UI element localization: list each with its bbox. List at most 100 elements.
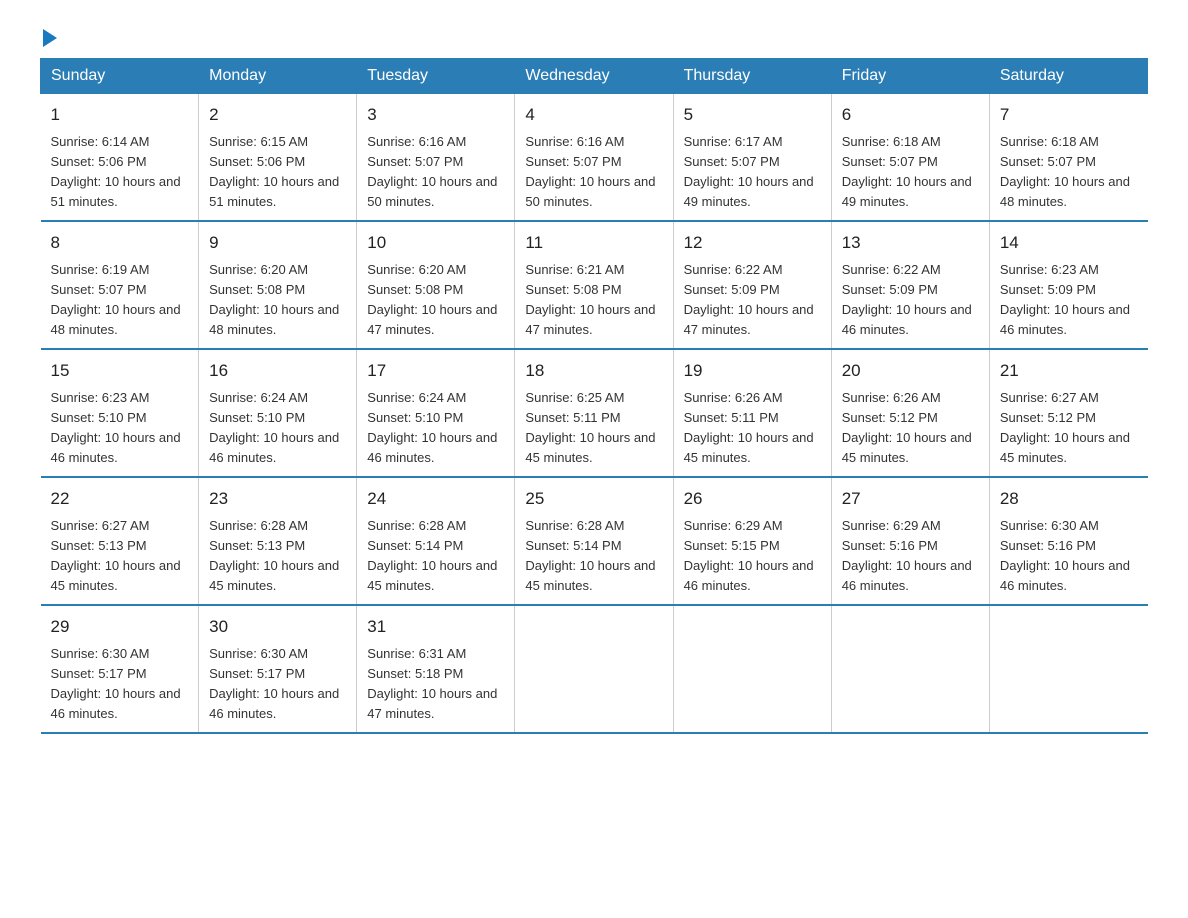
- day-number: 14: [1000, 230, 1138, 256]
- day-number: 21: [1000, 358, 1138, 384]
- calendar-day-cell: 7 Sunrise: 6:18 AMSunset: 5:07 PMDayligh…: [989, 94, 1147, 222]
- day-of-week-header: Wednesday: [515, 59, 673, 94]
- day-info: Sunrise: 6:22 AMSunset: 5:09 PMDaylight:…: [842, 262, 972, 337]
- day-info: Sunrise: 6:28 AMSunset: 5:14 PMDaylight:…: [525, 518, 655, 593]
- day-info: Sunrise: 6:29 AMSunset: 5:16 PMDaylight:…: [842, 518, 972, 593]
- day-info: Sunrise: 6:26 AMSunset: 5:11 PMDaylight:…: [684, 390, 814, 465]
- day-number: 1: [51, 102, 189, 128]
- day-info: Sunrise: 6:30 AMSunset: 5:16 PMDaylight:…: [1000, 518, 1130, 593]
- day-number: 9: [209, 230, 346, 256]
- day-info: Sunrise: 6:14 AMSunset: 5:06 PMDaylight:…: [51, 134, 181, 209]
- day-number: 29: [51, 614, 189, 640]
- calendar-day-cell: 2 Sunrise: 6:15 AMSunset: 5:06 PMDayligh…: [199, 94, 357, 222]
- day-number: 19: [684, 358, 821, 384]
- day-number: 22: [51, 486, 189, 512]
- day-number: 2: [209, 102, 346, 128]
- day-number: 16: [209, 358, 346, 384]
- calendar-day-cell: 6 Sunrise: 6:18 AMSunset: 5:07 PMDayligh…: [831, 94, 989, 222]
- day-info: Sunrise: 6:16 AMSunset: 5:07 PMDaylight:…: [525, 134, 655, 209]
- day-number: 31: [367, 614, 504, 640]
- day-of-week-header: Monday: [199, 59, 357, 94]
- day-info: Sunrise: 6:15 AMSunset: 5:06 PMDaylight:…: [209, 134, 339, 209]
- calendar-day-cell: 10 Sunrise: 6:20 AMSunset: 5:08 PMDaylig…: [357, 221, 515, 349]
- day-info: Sunrise: 6:25 AMSunset: 5:11 PMDaylight:…: [525, 390, 655, 465]
- day-info: Sunrise: 6:24 AMSunset: 5:10 PMDaylight:…: [367, 390, 497, 465]
- calendar-week-row: 15 Sunrise: 6:23 AMSunset: 5:10 PMDaylig…: [41, 349, 1148, 477]
- day-info: Sunrise: 6:28 AMSunset: 5:13 PMDaylight:…: [209, 518, 339, 593]
- days-of-week-row: SundayMondayTuesdayWednesdayThursdayFrid…: [41, 59, 1148, 94]
- calendar-day-cell: [673, 605, 831, 733]
- day-info: Sunrise: 6:24 AMSunset: 5:10 PMDaylight:…: [209, 390, 339, 465]
- calendar-day-cell: 25 Sunrise: 6:28 AMSunset: 5:14 PMDaylig…: [515, 477, 673, 605]
- day-number: 3: [367, 102, 504, 128]
- calendar-day-cell: 5 Sunrise: 6:17 AMSunset: 5:07 PMDayligh…: [673, 94, 831, 222]
- day-of-week-header: Friday: [831, 59, 989, 94]
- day-info: Sunrise: 6:19 AMSunset: 5:07 PMDaylight:…: [51, 262, 181, 337]
- day-of-week-header: Saturday: [989, 59, 1147, 94]
- calendar-week-row: 1 Sunrise: 6:14 AMSunset: 5:06 PMDayligh…: [41, 94, 1148, 222]
- calendar-day-cell: 14 Sunrise: 6:23 AMSunset: 5:09 PMDaylig…: [989, 221, 1147, 349]
- day-number: 15: [51, 358, 189, 384]
- day-number: 25: [525, 486, 662, 512]
- day-number: 24: [367, 486, 504, 512]
- calendar-day-cell: [831, 605, 989, 733]
- calendar-day-cell: [989, 605, 1147, 733]
- day-number: 4: [525, 102, 662, 128]
- calendar-week-row: 22 Sunrise: 6:27 AMSunset: 5:13 PMDaylig…: [41, 477, 1148, 605]
- calendar-day-cell: 28 Sunrise: 6:30 AMSunset: 5:16 PMDaylig…: [989, 477, 1147, 605]
- day-number: 6: [842, 102, 979, 128]
- calendar-day-cell: 4 Sunrise: 6:16 AMSunset: 5:07 PMDayligh…: [515, 94, 673, 222]
- day-of-week-header: Sunday: [41, 59, 199, 94]
- calendar-day-cell: 20 Sunrise: 6:26 AMSunset: 5:12 PMDaylig…: [831, 349, 989, 477]
- day-number: 13: [842, 230, 979, 256]
- calendar-body: 1 Sunrise: 6:14 AMSunset: 5:06 PMDayligh…: [41, 94, 1148, 734]
- calendar-day-cell: 1 Sunrise: 6:14 AMSunset: 5:06 PMDayligh…: [41, 94, 199, 222]
- day-number: 18: [525, 358, 662, 384]
- day-of-week-header: Thursday: [673, 59, 831, 94]
- calendar-day-cell: 9 Sunrise: 6:20 AMSunset: 5:08 PMDayligh…: [199, 221, 357, 349]
- day-number: 30: [209, 614, 346, 640]
- day-info: Sunrise: 6:18 AMSunset: 5:07 PMDaylight:…: [1000, 134, 1130, 209]
- day-info: Sunrise: 6:29 AMSunset: 5:15 PMDaylight:…: [684, 518, 814, 593]
- day-info: Sunrise: 6:31 AMSunset: 5:18 PMDaylight:…: [367, 646, 497, 721]
- logo-blue: [40, 30, 57, 48]
- day-number: 27: [842, 486, 979, 512]
- day-info: Sunrise: 6:23 AMSunset: 5:10 PMDaylight:…: [51, 390, 181, 465]
- calendar-day-cell: 23 Sunrise: 6:28 AMSunset: 5:13 PMDaylig…: [199, 477, 357, 605]
- day-number: 28: [1000, 486, 1138, 512]
- calendar-day-cell: 15 Sunrise: 6:23 AMSunset: 5:10 PMDaylig…: [41, 349, 199, 477]
- day-info: Sunrise: 6:16 AMSunset: 5:07 PMDaylight:…: [367, 134, 497, 209]
- calendar-week-row: 8 Sunrise: 6:19 AMSunset: 5:07 PMDayligh…: [41, 221, 1148, 349]
- day-number: 26: [684, 486, 821, 512]
- calendar-day-cell: 26 Sunrise: 6:29 AMSunset: 5:15 PMDaylig…: [673, 477, 831, 605]
- day-info: Sunrise: 6:28 AMSunset: 5:14 PMDaylight:…: [367, 518, 497, 593]
- calendar-day-cell: 30 Sunrise: 6:30 AMSunset: 5:17 PMDaylig…: [199, 605, 357, 733]
- calendar-day-cell: [515, 605, 673, 733]
- calendar-day-cell: 24 Sunrise: 6:28 AMSunset: 5:14 PMDaylig…: [357, 477, 515, 605]
- day-info: Sunrise: 6:20 AMSunset: 5:08 PMDaylight:…: [367, 262, 497, 337]
- day-number: 23: [209, 486, 346, 512]
- calendar-day-cell: 3 Sunrise: 6:16 AMSunset: 5:07 PMDayligh…: [357, 94, 515, 222]
- calendar-day-cell: 12 Sunrise: 6:22 AMSunset: 5:09 PMDaylig…: [673, 221, 831, 349]
- calendar-day-cell: 31 Sunrise: 6:31 AMSunset: 5:18 PMDaylig…: [357, 605, 515, 733]
- day-info: Sunrise: 6:30 AMSunset: 5:17 PMDaylight:…: [209, 646, 339, 721]
- calendar-day-cell: 11 Sunrise: 6:21 AMSunset: 5:08 PMDaylig…: [515, 221, 673, 349]
- day-number: 12: [684, 230, 821, 256]
- calendar-header: SundayMondayTuesdayWednesdayThursdayFrid…: [41, 59, 1148, 94]
- day-number: 7: [1000, 102, 1138, 128]
- page-header: [40, 30, 1148, 48]
- day-info: Sunrise: 6:27 AMSunset: 5:12 PMDaylight:…: [1000, 390, 1130, 465]
- calendar-day-cell: 19 Sunrise: 6:26 AMSunset: 5:11 PMDaylig…: [673, 349, 831, 477]
- calendar-day-cell: 8 Sunrise: 6:19 AMSunset: 5:07 PMDayligh…: [41, 221, 199, 349]
- calendar-day-cell: 18 Sunrise: 6:25 AMSunset: 5:11 PMDaylig…: [515, 349, 673, 477]
- day-info: Sunrise: 6:17 AMSunset: 5:07 PMDaylight:…: [684, 134, 814, 209]
- day-info: Sunrise: 6:18 AMSunset: 5:07 PMDaylight:…: [842, 134, 972, 209]
- calendar-week-row: 29 Sunrise: 6:30 AMSunset: 5:17 PMDaylig…: [41, 605, 1148, 733]
- day-info: Sunrise: 6:21 AMSunset: 5:08 PMDaylight:…: [525, 262, 655, 337]
- day-of-week-header: Tuesday: [357, 59, 515, 94]
- calendar-day-cell: 16 Sunrise: 6:24 AMSunset: 5:10 PMDaylig…: [199, 349, 357, 477]
- calendar-table: SundayMondayTuesdayWednesdayThursdayFrid…: [40, 58, 1148, 734]
- day-number: 8: [51, 230, 189, 256]
- logo: [40, 30, 57, 48]
- day-number: 5: [684, 102, 821, 128]
